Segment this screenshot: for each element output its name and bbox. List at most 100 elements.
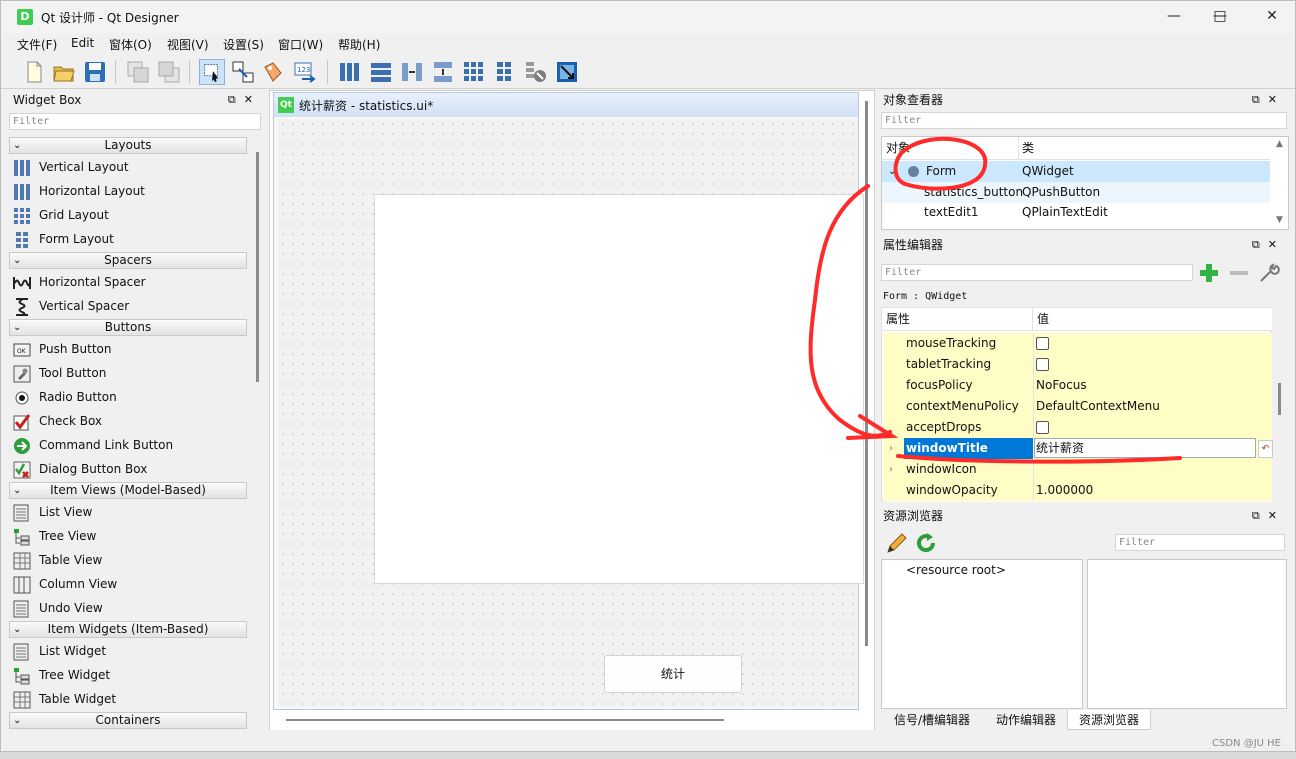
category-item-views[interactable]: ⌄ Item Views (Model-Based) <box>9 482 247 499</box>
close-icon[interactable]: ✕ <box>1268 238 1285 251</box>
edit-tab-order-icon[interactable]: 123 <box>292 59 318 85</box>
tree-row-form[interactable]: ⌄ Form QWidget <box>882 161 1270 182</box>
category-layouts[interactable]: ⌄ Layouts <box>9 137 247 154</box>
widget-item-radio-button[interactable]: Radio Button <box>13 385 117 409</box>
widget-box-scrollbar[interactable] <box>256 152 259 382</box>
widget-item-grid-layout[interactable]: Grid Layout <box>13 203 109 227</box>
tab-resource-browser[interactable]: 资源浏览器 <box>1067 710 1151 730</box>
minimize-control[interactable]: — <box>1151 1 1197 31</box>
send-to-back-icon[interactable] <box>125 59 151 85</box>
object-inspector-filter-input[interactable]: Filter <box>881 112 1287 129</box>
float-icon[interactable]: ⧉ <box>228 93 244 106</box>
form-layout-icon[interactable] <box>492 59 518 85</box>
maximize-icon[interactable]: □ <box>1197 1 1243 31</box>
widget-item-list-widget[interactable]: List Widget <box>13 639 106 663</box>
widget-item-tree-widget[interactable]: Tree Widget <box>13 663 110 687</box>
editor-horizontal-scrollbar[interactable] <box>286 719 724 721</box>
close-icon[interactable]: ✕ <box>1268 509 1285 522</box>
widget-item-form-layout[interactable]: Form Layout <box>13 227 114 251</box>
menu-form[interactable]: 窗体(O) <box>109 36 152 53</box>
edit-widgets-icon[interactable] <box>199 59 225 85</box>
tree-row-statistics-button[interactable]: statistics_button QPushButton <box>882 182 1270 203</box>
menu-view[interactable]: 视图(V) <box>167 36 209 53</box>
widget-item-tool-button[interactable]: Tool Button <box>13 361 106 385</box>
property-filter-input[interactable]: Filter <box>881 264 1193 281</box>
window-title-value-input[interactable]: 统计薪资 <box>1036 438 1084 459</box>
add-property-icon[interactable] <box>1197 261 1221 285</box>
edit-resources-pencil-icon[interactable] <box>885 531 909 555</box>
category-item-widgets[interactable]: ⌄ Item Widgets (Item-Based) <box>9 621 247 638</box>
remove-property-icon[interactable] <box>1227 261 1251 285</box>
open-folder-icon[interactable] <box>51 59 77 85</box>
tree-row-text-edit[interactable]: textEdit1 QPlainTextEdit <box>882 202 1270 223</box>
property-row-context-menu-policy[interactable]: contextMenuPolicy DefaultContextMenu <box>883 396 1272 418</box>
text-edit-widget[interactable] <box>374 194 864 584</box>
column-header-class[interactable]: 类 <box>1022 137 1034 159</box>
property-row-focus-policy[interactable]: focusPolicy NoFocus <box>883 375 1272 397</box>
widget-item-vertical-spacer[interactable]: Vertical Spacer <box>13 294 129 318</box>
adjust-size-icon[interactable] <box>554 59 580 85</box>
property-row-window-title[interactable]: › windowTitle 统计薪资 ↶ <box>883 438 1273 460</box>
widget-box-filter-input[interactable]: Filter <box>9 113 261 130</box>
widget-item-table-view[interactable]: Table View <box>13 548 102 572</box>
splitter-horizontal-icon[interactable] <box>399 59 425 85</box>
widget-item-command-link-button[interactable]: Command Link Button <box>13 433 173 457</box>
column-header-value[interactable]: 值 <box>1037 308 1049 330</box>
widget-item-horizontal-spacer[interactable]: Horizontal Spacer <box>13 270 146 294</box>
column-header-property[interactable]: 属性 <box>886 308 910 330</box>
expand-arrow-icon[interactable]: › <box>889 459 893 480</box>
resource-root-item[interactable]: <resource root> <box>906 563 1006 577</box>
property-checkbox[interactable] <box>1036 354 1049 375</box>
float-icon[interactable]: ⧉ <box>1252 238 1268 251</box>
grid-layout-icon[interactable] <box>461 59 487 85</box>
resource-filter-input[interactable]: Filter <box>1115 534 1285 551</box>
widget-item-vertical-layout[interactable]: Vertical Layout <box>13 155 129 179</box>
float-icon[interactable]: ⧉ <box>1252 509 1268 522</box>
property-value[interactable]: 1.000000 <box>1036 480 1093 501</box>
subwindow-title-bar[interactable]: Qt 统计薪资 - statistics.ui* <box>274 93 858 117</box>
break-layout-icon[interactable] <box>523 59 549 85</box>
expand-arrow-icon[interactable]: ⌄ <box>888 161 896 182</box>
scroll-up-icon[interactable]: ▲ <box>1276 139 1283 149</box>
category-containers[interactable]: ⌄ Containers <box>9 712 247 729</box>
property-row-window-opacity[interactable]: windowOpacity 1.000000 <box>883 480 1272 502</box>
widget-item-list-view[interactable]: List View <box>13 500 92 524</box>
reload-icon[interactable] <box>914 531 938 555</box>
widget-item-dialog-button-box[interactable]: Dialog Button Box <box>13 457 147 481</box>
menu-file[interactable]: 文件(F) <box>17 36 57 53</box>
lay-out-vertically-icon[interactable] <box>368 59 394 85</box>
save-icon[interactable] <box>82 59 108 85</box>
property-value[interactable]: DefaultContextMenu <box>1036 396 1160 417</box>
property-value[interactable]: NoFocus <box>1036 375 1087 396</box>
edit-signals-slots-icon[interactable] <box>230 59 256 85</box>
widget-item-check-box[interactable]: Check Box <box>13 409 102 433</box>
statistics-button[interactable]: 统计 <box>604 655 742 693</box>
widget-item-horizontal-layout[interactable]: Horizontal Layout <box>13 179 145 203</box>
close-icon[interactable]: ✕ <box>1249 1 1295 31</box>
form-canvas[interactable]: 统计 <box>278 119 864 707</box>
menu-edit[interactable]: Edit <box>71 36 94 50</box>
reset-property-icon[interactable]: ↶ <box>1258 440 1273 458</box>
scroll-down-icon[interactable]: ▼ <box>1276 215 1283 225</box>
menu-window[interactable]: 窗口(W) <box>278 36 323 53</box>
tab-action-editor[interactable]: 动作编辑器 <box>985 710 1067 730</box>
category-buttons[interactable]: ⌄ Buttons <box>9 319 247 336</box>
widget-item-undo-view[interactable]: Undo View <box>13 596 103 620</box>
float-icon[interactable]: ⧉ <box>1252 93 1268 106</box>
new-file-icon[interactable] <box>21 59 47 85</box>
menu-settings[interactable]: 设置(S) <box>223 36 264 53</box>
expand-arrow-icon[interactable]: › <box>889 438 893 459</box>
bring-to-front-icon[interactable] <box>156 59 182 85</box>
widget-item-tree-view[interactable]: Tree View <box>13 524 96 548</box>
property-row-accept-drops[interactable]: acceptDrops <box>883 417 1272 439</box>
widget-item-push-button[interactable]: OK Push Button <box>13 337 112 361</box>
tab-signal-slot-editor[interactable]: 信号/槽编辑器 <box>881 710 983 730</box>
property-checkbox[interactable] <box>1036 417 1049 438</box>
menu-help[interactable]: 帮助(H) <box>338 36 380 53</box>
property-row-tablet-tracking[interactable]: tabletTracking <box>883 354 1272 376</box>
property-row-mouse-tracking[interactable]: mouseTracking <box>883 333 1272 355</box>
category-spacers[interactable]: ⌄ Spacers <box>9 252 247 269</box>
close-icon[interactable]: ✕ <box>1268 93 1285 106</box>
property-row-window-icon[interactable]: › windowIcon <box>883 459 1272 481</box>
editor-vertical-scrollbar[interactable] <box>865 101 868 646</box>
